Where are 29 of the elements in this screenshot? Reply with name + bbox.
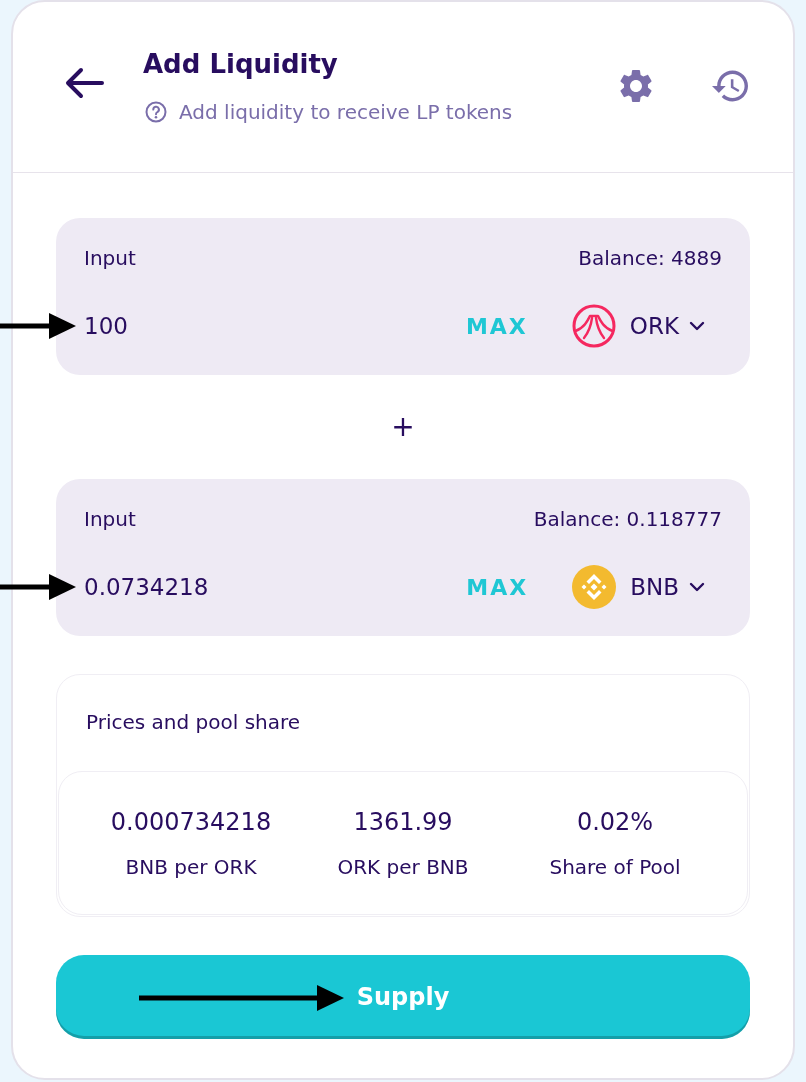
price-value: 1361.99 xyxy=(353,807,453,838)
back-button[interactable] xyxy=(65,67,105,99)
input-label: Input xyxy=(84,245,136,272)
price-label: Share of Pool xyxy=(549,854,681,881)
help-icon[interactable] xyxy=(145,101,167,123)
price-value: 0.02% xyxy=(576,807,654,838)
token-select-button[interactable]: ORK xyxy=(571,304,705,348)
chevron-down-icon xyxy=(689,320,705,332)
history-icon xyxy=(712,70,748,102)
token-select-button[interactable]: BNB xyxy=(572,565,705,609)
amount-field[interactable]: 0.0734218 xyxy=(84,569,467,605)
chevron-down-icon xyxy=(689,581,705,593)
input-label: Input xyxy=(84,506,136,533)
history-button[interactable] xyxy=(712,70,748,102)
settings-icon xyxy=(620,70,652,102)
amount-field[interactable]: 100 xyxy=(84,308,466,344)
section-title: Prices and pool share xyxy=(86,709,301,736)
page-title: Add Liquidity xyxy=(143,48,338,81)
balance-text: Balance: 0.118777 xyxy=(533,506,722,533)
back-arrow-icon xyxy=(65,67,105,99)
roof-logo-icon xyxy=(571,304,616,348)
price-label: ORK per BNB xyxy=(337,854,469,881)
diamond-logo-icon xyxy=(572,565,617,609)
settings-button[interactable] xyxy=(620,70,652,102)
subtitle: Add liquidity to receive LP tokens xyxy=(179,99,513,126)
price-value: 0.000734218 xyxy=(110,807,272,838)
plus-sign: + xyxy=(391,411,415,443)
price-label: BNB per ORK xyxy=(125,854,257,881)
balance-text: Balance: 4889 xyxy=(578,245,722,272)
